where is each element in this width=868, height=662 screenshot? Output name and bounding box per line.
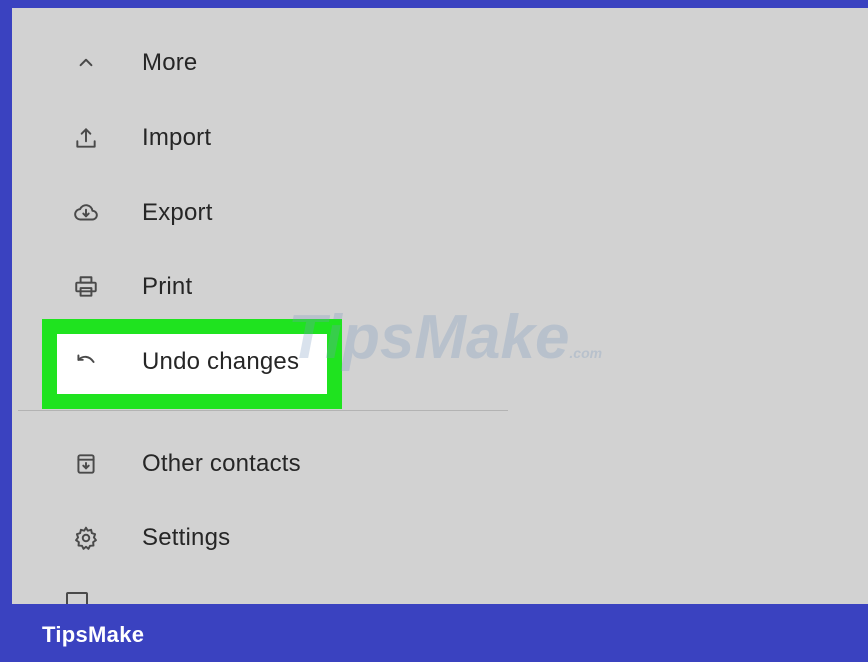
footer-bar: TipsMake (0, 604, 868, 662)
menu-item-label: Undo changes (142, 348, 300, 375)
menu-item-undo-changes[interactable]: Undo changes (12, 334, 868, 390)
upload-icon (64, 116, 108, 160)
menu-item-settings[interactable]: Settings (12, 510, 868, 566)
menu-item-label: Print (142, 273, 193, 300)
chevron-up-icon (64, 41, 108, 85)
printer-icon (64, 265, 108, 309)
menu-item-label: Settings (142, 524, 231, 551)
menu-item-label: More (142, 49, 198, 76)
menu-item-other-contacts[interactable]: Other contacts (12, 436, 868, 492)
menu-panel: More Import Export Print Undo changes Ti… (12, 8, 868, 604)
menu-item-print[interactable]: Print (12, 259, 868, 315)
archive-icon (64, 442, 108, 486)
menu-item-label: Import (142, 124, 212, 151)
undo-icon (64, 340, 108, 384)
menu-item-export[interactable]: Export (12, 185, 868, 241)
menu-item-label: Export (142, 199, 213, 226)
menu-item-more[interactable]: More (12, 35, 868, 91)
gear-icon (64, 516, 108, 560)
menu-divider (18, 410, 508, 411)
footer-brand: TipsMake (42, 622, 145, 647)
cloud-download-icon (64, 191, 108, 235)
menu-item-label: Other contacts (142, 450, 301, 477)
partial-menu-icon (66, 592, 88, 604)
menu-item-import[interactable]: Import (12, 110, 868, 166)
